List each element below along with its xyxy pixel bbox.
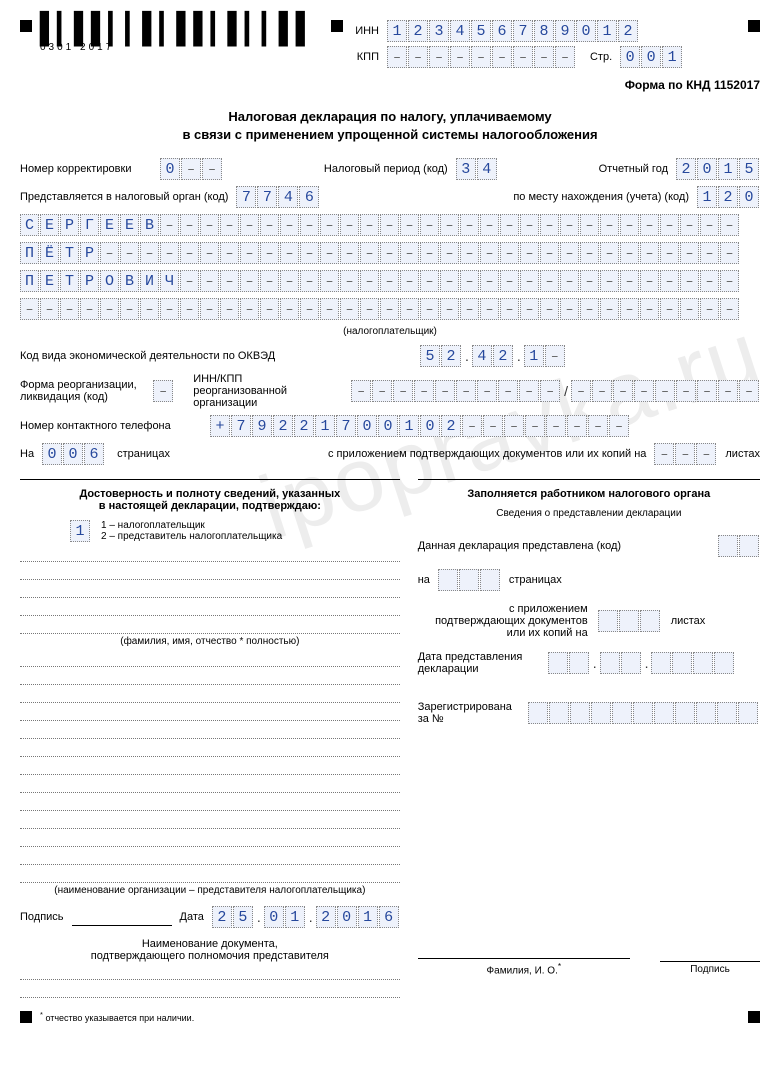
marker-top-2	[331, 20, 343, 32]
inn-cells: 123456789012	[387, 20, 639, 42]
pages-label: страницах	[117, 448, 170, 460]
page-cells: 001	[620, 46, 683, 68]
marker-bottom-right	[748, 1011, 760, 1023]
att-label: с приложением подтверждающих документов …	[328, 448, 646, 460]
att-cells	[654, 443, 717, 465]
reorg-kpp	[571, 380, 760, 402]
r-sheets: листах	[671, 615, 706, 627]
fio-line	[20, 602, 400, 616]
org-note: (наименование организации – представител…	[20, 885, 400, 896]
place-label: по месту нахождения (учета) (код)	[513, 191, 689, 203]
r-on: на	[418, 574, 430, 586]
sign-line	[72, 908, 172, 926]
kpp-label: КПП	[343, 51, 379, 63]
sheets-label: листах	[725, 448, 760, 460]
right-hd: Заполняется работником налогового органа	[418, 488, 760, 500]
corr-cells: 0	[160, 158, 223, 180]
date-day: 25	[212, 906, 254, 928]
patronymic-cells: ПЕТРОВИЧ	[20, 270, 740, 292]
r-fio-label: Фамилия, И. О.	[487, 966, 558, 977]
r-reg2: за №	[418, 713, 528, 725]
date-label: Дата	[180, 911, 204, 923]
org-line	[20, 653, 400, 667]
period-cells: 34	[456, 158, 498, 180]
r-pages-label: страницах	[509, 574, 562, 586]
r-fio-line	[418, 941, 630, 959]
year-label: Отчетный год	[599, 163, 668, 175]
phone-label: Номер контактного телефона	[20, 420, 210, 432]
r-reg1: Зарегистрирована	[418, 701, 528, 713]
date-year: 2016	[316, 906, 400, 928]
r-sign-line	[660, 944, 760, 962]
right-column: Заполняется работником налогового органа…	[418, 479, 760, 998]
doc-hd1: Наименование документа,	[20, 938, 400, 950]
left-column: Достоверность и полноту сведений, указан…	[20, 479, 400, 998]
r-date2: декларации	[418, 663, 548, 675]
reorg-label2: ликвидация (код)	[20, 391, 153, 403]
r-att3: или их копий на	[418, 627, 588, 639]
right-subhd: Сведения о представлении декларации	[418, 508, 760, 519]
okved-p3: 1	[524, 345, 566, 367]
marker-bottom-left	[20, 1011, 32, 1023]
name-row4-cells	[20, 298, 740, 320]
page-label: Стр.	[590, 51, 612, 63]
fio-line	[20, 548, 400, 562]
reorg-inn-label2: организации	[193, 397, 332, 409]
r-date1: Дата представления	[418, 651, 548, 663]
marker-top-left	[20, 20, 32, 32]
reorg-inn	[351, 380, 561, 402]
period-label: Налоговый период (код)	[324, 163, 448, 175]
okved-p2: 42	[472, 345, 514, 367]
inn-label: ИНН	[343, 25, 379, 37]
opt2: 2 – представитель налогоплательщика	[101, 531, 282, 542]
doc-title: Налоговая декларация по налогу, уплачива…	[20, 108, 760, 144]
title-line1: Налоговая декларация по налогу, уплачива…	[20, 108, 760, 126]
r-date-d	[548, 652, 590, 674]
fio-note: (фамилия, имя, отчество * полностью)	[20, 636, 400, 647]
corr-label: Номер корректировки	[20, 163, 160, 175]
org-cells: 7746	[236, 186, 320, 208]
fio-line	[20, 620, 400, 634]
year-cells: 2015	[676, 158, 760, 180]
r-date-y	[651, 652, 735, 674]
taxpayer-note: (налогоплательщик)	[20, 326, 760, 337]
r-att-cells	[598, 610, 661, 632]
date-month: 01	[264, 906, 306, 928]
presented-cells	[718, 535, 760, 557]
r-date-m	[600, 652, 642, 674]
okved-p1: 52	[420, 345, 462, 367]
pages-cells: 006	[42, 443, 105, 465]
title-line2: в связи с применением упрощенной системы…	[20, 126, 760, 144]
reorg-inn-label1: ИНН/КПП реорганизованной	[193, 373, 332, 397]
fio-line	[20, 566, 400, 580]
on-label: На	[20, 448, 34, 460]
left-hd2: в настоящей декларации, подтверждаю:	[20, 500, 400, 512]
firstname-cells: ПЁТР	[20, 242, 740, 264]
r-sign-label: Подпись	[660, 964, 760, 975]
left-hd1: Достоверность и полноту сведений, указан…	[20, 488, 400, 500]
reorg-code	[153, 380, 174, 402]
phone-cells: +79221700102	[210, 415, 630, 437]
confirm-code: 1	[70, 520, 91, 542]
r-att2: подтверждающих документов	[418, 615, 588, 627]
reorg-label1: Форма реорганизации,	[20, 379, 153, 391]
marker-top-right	[748, 20, 760, 32]
opt1: 1 – налогоплательщик	[101, 520, 282, 531]
r-att1: с приложением	[418, 603, 588, 615]
form-code: Форма по КНД 1152017	[20, 78, 760, 92]
okved-label: Код вида экономической деятельности по О…	[20, 350, 310, 362]
sign-label: Подпись	[20, 911, 64, 923]
r-pages-cells	[438, 569, 501, 591]
doc-hd2: подтверждающего полномочия представителя	[20, 950, 400, 962]
kpp-cells	[387, 46, 576, 68]
org-label: Представляется в налоговый орган (код)	[20, 191, 228, 203]
barcode: ▌▎▌▌▎▎▌▎▌▌▎▌▎▎▌▌ 0301 2017	[40, 20, 313, 53]
r-reg-cells	[528, 702, 759, 724]
place-cells: 120	[697, 186, 760, 208]
footnote: отчество указывается при наличии.	[45, 1013, 194, 1023]
surname-cells: СЕРГЕЕВ	[20, 214, 740, 236]
presented-label: Данная декларация представлена (код)	[418, 540, 621, 552]
fio-line	[20, 584, 400, 598]
